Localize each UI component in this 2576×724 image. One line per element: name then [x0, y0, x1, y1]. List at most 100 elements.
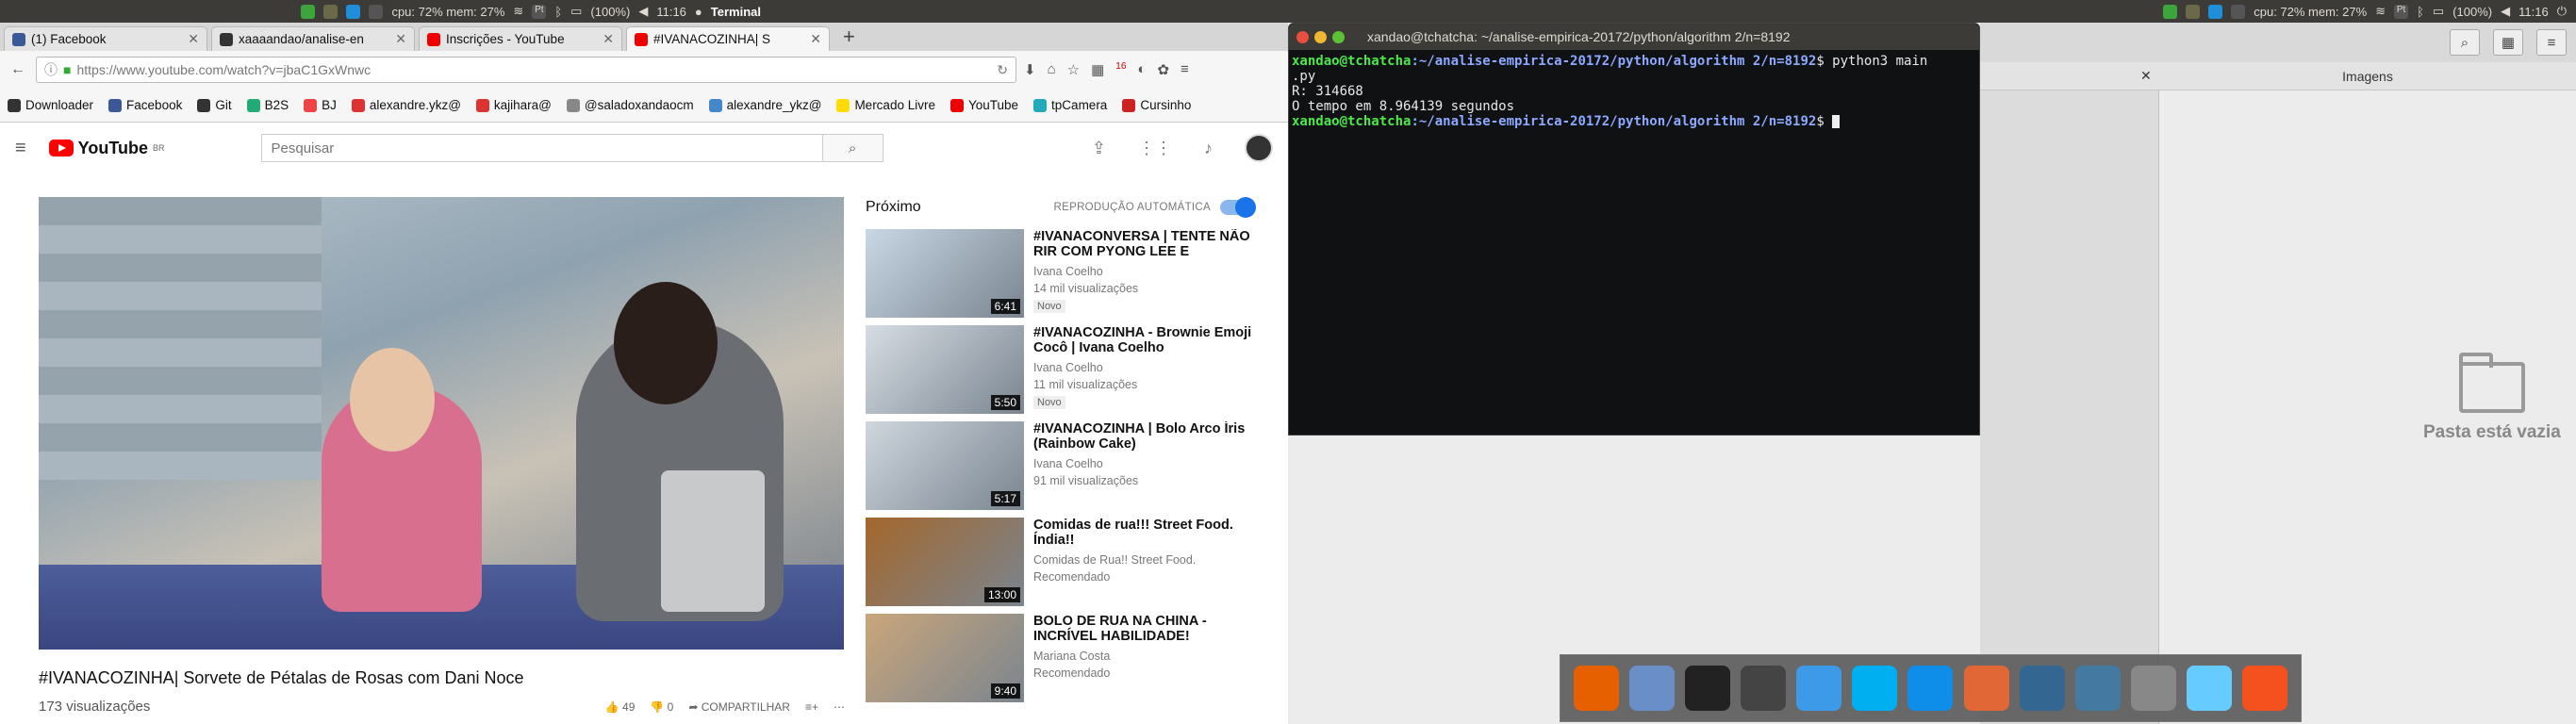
menu-icon[interactable]: ≡	[1181, 61, 1189, 78]
check-icon[interactable]	[301, 4, 316, 19]
maximize-window-icon[interactable]	[1332, 30, 1345, 43]
files-icon[interactable]	[1628, 666, 1675, 711]
dislike-button[interactable]: 👎 0	[650, 700, 673, 714]
apple-menu-icon[interactable]: ●	[695, 5, 702, 19]
matlab-icon[interactable]	[1963, 666, 2009, 711]
close-icon[interactable]: ✕	[188, 31, 199, 47]
search-input[interactable]	[260, 134, 823, 162]
terminal-window[interactable]: xandao@tchatcha: ~/analise-empirica-2017…	[1288, 23, 1980, 436]
url-text[interactable]: https://www.youtube.com/watch?v=jbaC1GxW…	[76, 62, 991, 77]
tab-video[interactable]: #IVANACOZINHA| S ✕	[626, 26, 830, 51]
close-icon[interactable]: ✕	[810, 31, 821, 47]
keyboard-layout-icon[interactable]: Pt	[532, 4, 547, 19]
video-card-title[interactable]: #IVANACONVERSA | TENTE NÃO RIR COM PYONG…	[1033, 229, 1254, 259]
tool-icon[interactable]	[2186, 4, 2201, 19]
video-card-title[interactable]: #IVANACOZINHA | Bolo Arco Íris (Rainbow …	[1033, 421, 1254, 452]
extension-badge[interactable]: 16	[1115, 61, 1126, 78]
terminal-output[interactable]: xandao@tchatcha:~/analise-empirica-20172…	[1289, 50, 1979, 133]
video-card[interactable]: 13:00 Comidas de rua!!! Street Food. Índi…	[866, 518, 1254, 614]
notifications-bell-icon[interactable]: ♪	[1204, 139, 1213, 158]
address-bar[interactable]: ⓘ ■ https://www.youtube.com/watch?v=jbaC…	[36, 57, 1016, 83]
mysql-icon[interactable]	[2074, 666, 2121, 711]
bookmark-item[interactable]: B2S	[246, 98, 289, 112]
download-icon[interactable]: ⬇	[1024, 61, 1036, 78]
video-card[interactable]: 9:40 BOLO DE RUA NA CHINA - INCRÍVEL HABI…	[866, 614, 1254, 710]
firefox-icon[interactable]	[1573, 666, 1619, 711]
tab-images[interactable]: Imagens	[2159, 69, 2576, 84]
terminal-icon[interactable]	[1684, 666, 1730, 711]
addon-icon[interactable]: ✿	[1157, 61, 1169, 78]
avatar[interactable]	[1245, 134, 1273, 162]
wifi-icon[interactable]: ≋	[2375, 4, 2386, 19]
bookmark-item[interactable]: tpCamera	[1033, 98, 1107, 112]
bluetooth-icon[interactable]: ᛒ	[554, 5, 562, 19]
video-thumbnail[interactable]: 5:17	[866, 421, 1024, 510]
view-grid-icon[interactable]: ▦	[2493, 29, 2523, 56]
video-card-title[interactable]: #IVANACOZINHA - Brownie Emoji Cocô | Iva…	[1033, 325, 1254, 355]
clock[interactable]: 11:16	[2518, 5, 2549, 19]
battery-label[interactable]: (100%)	[590, 5, 630, 19]
pocket-icon[interactable]: ◐	[1137, 61, 1146, 78]
search-button[interactable]: ⌕	[822, 134, 883, 162]
video-card-title[interactable]: Comidas de rua!!! Street Food. Índia!!	[1033, 518, 1254, 548]
reload-icon[interactable]: ↻	[997, 62, 1008, 78]
battery-icon[interactable]: ▭	[2433, 4, 2444, 19]
volume-icon[interactable]: ◀	[638, 4, 648, 19]
bookmark-icon[interactable]: ☆	[1067, 61, 1080, 78]
hamburger-menu-icon[interactable]: ≡	[15, 138, 26, 159]
wifi-icon[interactable]: ≋	[513, 4, 523, 19]
virtualbox-icon[interactable]	[2187, 666, 2233, 711]
video-player[interactable]	[39, 197, 844, 650]
cpu-mem-indicator[interactable]: cpu: 72% mem: 27%	[2254, 5, 2367, 19]
teamviewer-icon[interactable]	[2208, 4, 2223, 19]
close-icon[interactable]: ✕	[1980, 68, 2159, 84]
cpu-mem-indicator[interactable]: cpu: 72% mem: 27%	[391, 5, 504, 19]
power-icon[interactable]: ⏻	[2557, 4, 2567, 19]
clock[interactable]: 11:16	[656, 5, 686, 19]
remote-icon[interactable]	[2130, 666, 2176, 711]
add-to-playlist-icon[interactable]: ≡+	[805, 700, 818, 714]
gitkraken-icon[interactable]	[2242, 666, 2288, 711]
bookmark-item[interactable]: Cursinho	[1122, 98, 1191, 112]
dropbox-icon[interactable]	[1796, 666, 1842, 711]
video-thumbnail[interactable]: 13:00	[866, 518, 1024, 606]
video-thumbnail[interactable]: 9:40	[866, 614, 1024, 702]
video-thumbnail[interactable]: 5:50	[866, 325, 1024, 414]
new-tab-button[interactable]: +	[834, 25, 865, 51]
close-icon[interactable]: ✕	[603, 31, 614, 47]
bookmark-item[interactable]: @saladoxandaocm	[566, 98, 694, 112]
teamviewer-icon[interactable]	[1907, 666, 1954, 711]
share-button[interactable]: ➦ COMPARTILHAR	[688, 700, 790, 714]
extension-icon[interactable]: ▦	[1091, 61, 1104, 78]
tab-github[interactable]: xaaaandao/analise-en ✕	[211, 26, 415, 51]
video-thumbnail[interactable]: 6:41	[866, 229, 1024, 318]
bookmark-item[interactable]: alexandre_ykz@	[708, 98, 821, 112]
search-icon[interactable]: ⌕	[2450, 29, 2480, 56]
battery-icon[interactable]: ▭	[570, 4, 582, 19]
close-icon[interactable]: ✕	[395, 31, 406, 47]
bookmark-item[interactable]: YouTube	[949, 98, 1018, 112]
home-icon[interactable]: ⌂	[1048, 61, 1056, 78]
like-button[interactable]: 👍 49	[605, 700, 636, 714]
bookmark-item[interactable]: Facebook	[108, 98, 182, 112]
battery-label[interactable]: (100%)	[2452, 5, 2492, 19]
tab-facebook[interactable]: (1) Facebook ✕	[4, 26, 207, 51]
bookmark-item[interactable]: Git	[197, 98, 232, 112]
apps-grid-icon[interactable]: ⋮⋮	[1138, 139, 1172, 158]
back-icon[interactable]: ←	[8, 61, 28, 78]
minimize-window-icon[interactable]	[1314, 30, 1327, 43]
info-icon[interactable]: ⓘ	[44, 60, 58, 79]
bluetooth-icon[interactable]: ᛒ	[2417, 5, 2424, 19]
bookmark-item[interactable]: Mercado Livre	[836, 98, 935, 112]
sublime-icon[interactable]	[1740, 666, 1786, 711]
tool-icon[interactable]	[323, 4, 339, 19]
dropbox-tray-icon[interactable]	[369, 4, 384, 19]
bookmark-item[interactable]: kajihara@	[475, 98, 552, 112]
check-icon[interactable]	[2163, 4, 2178, 19]
menu-icon[interactable]: ≡	[2536, 29, 2567, 56]
dropbox-tray-icon[interactable]	[2231, 4, 2246, 19]
postgres-icon[interactable]	[2019, 666, 2065, 711]
video-card[interactable]: 5:17 #IVANACOZINHA | Bolo Arco Íris (Rain…	[866, 421, 1254, 518]
video-card[interactable]: 5:50 #IVANACOZINHA - Brownie Emoji Cocô |…	[866, 325, 1254, 421]
upload-icon[interactable]: ⇪	[1092, 139, 1106, 158]
